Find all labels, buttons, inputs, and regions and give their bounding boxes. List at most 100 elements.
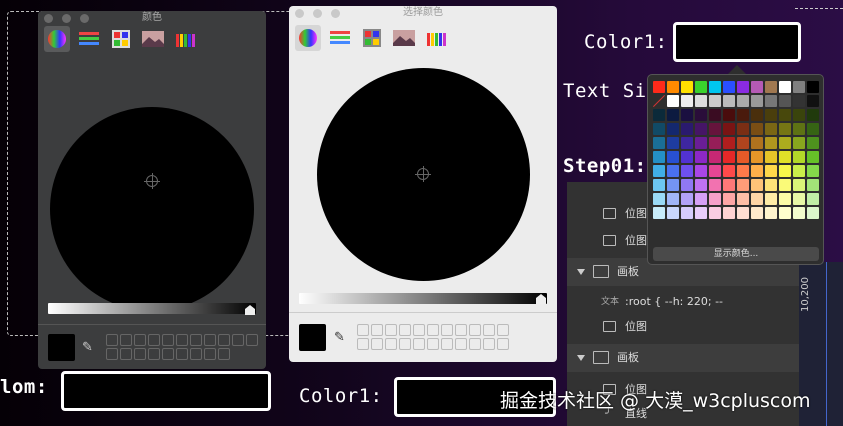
color-well[interactable] (134, 348, 146, 360)
palette-swatch[interactable] (793, 179, 805, 191)
palette-swatch[interactable] (709, 151, 721, 163)
color-well[interactable] (190, 334, 202, 346)
color-wheel-tab[interactable] (44, 26, 70, 52)
color-well[interactable] (120, 334, 132, 346)
color-well[interactable] (483, 324, 495, 336)
color-well[interactable] (497, 324, 509, 336)
palette-swatch[interactable] (667, 95, 679, 107)
color-well[interactable] (162, 348, 174, 360)
color-well[interactable] (176, 334, 188, 346)
palette-swatch[interactable] (765, 109, 777, 121)
palette-swatch[interactable] (681, 179, 693, 191)
palette-swatch[interactable] (793, 151, 805, 163)
palette-swatch[interactable] (779, 207, 791, 219)
crayons-tab[interactable] (423, 25, 449, 51)
color-well[interactable] (176, 348, 188, 360)
palette-swatch[interactable] (737, 81, 749, 93)
color-well[interactable] (483, 338, 495, 350)
palette-swatch[interactable] (723, 151, 735, 163)
palette-swatch[interactable] (807, 137, 819, 149)
color-well[interactable] (427, 338, 439, 350)
palette-swatch[interactable] (723, 165, 735, 177)
color-wheel[interactable] (50, 107, 254, 311)
palette-swatch[interactable] (793, 165, 805, 177)
color-well[interactable] (148, 334, 160, 346)
palette-swatch[interactable] (695, 123, 707, 135)
palette-swatch[interactable] (681, 165, 693, 177)
palette-swatch[interactable] (723, 137, 735, 149)
eyedropper-icon[interactable]: ✎ (82, 340, 93, 356)
palette-swatch[interactable] (709, 165, 721, 177)
palette-swatch[interactable] (765, 151, 777, 163)
palette-swatch[interactable] (653, 137, 665, 149)
palette-swatch[interactable] (723, 123, 735, 135)
palette-swatch[interactable] (695, 165, 707, 177)
color-well[interactable] (455, 338, 467, 350)
color-well[interactable] (385, 324, 397, 336)
palette-swatch[interactable] (807, 123, 819, 135)
color-well[interactable] (232, 334, 244, 346)
palette-swatch[interactable] (653, 151, 665, 163)
palette-swatch[interactable] (667, 123, 679, 135)
palette-swatch[interactable] (779, 109, 791, 121)
palette-swatch[interactable] (653, 193, 665, 205)
palette-swatch[interactable] (695, 179, 707, 191)
disclosure-triangle-icon[interactable] (577, 269, 585, 275)
image-palettes-tab[interactable] (391, 25, 417, 51)
palette-swatch[interactable] (653, 123, 665, 135)
palette-swatch[interactable] (779, 193, 791, 205)
palette-swatch[interactable] (681, 123, 693, 135)
palette-swatch[interactable] (709, 109, 721, 121)
palette-swatch[interactable] (681, 151, 693, 163)
show-colors-button[interactable]: 显示颜色... (653, 247, 819, 261)
palette-swatch[interactable] (667, 151, 679, 163)
palette-swatch[interactable] (695, 81, 707, 93)
current-color-swatch[interactable] (48, 334, 75, 361)
palette-swatch[interactable] (709, 193, 721, 205)
palette-swatch[interactable] (807, 81, 819, 93)
palette-swatch[interactable] (765, 95, 777, 107)
palette-swatch[interactable] (765, 193, 777, 205)
color-well[interactable] (246, 334, 258, 346)
palette-swatch[interactable] (765, 179, 777, 191)
palette-swatch[interactable] (681, 109, 693, 121)
color-well[interactable] (469, 338, 481, 350)
palette-swatch[interactable] (751, 95, 763, 107)
palette-swatch[interactable] (723, 109, 735, 121)
palette-swatch[interactable] (779, 123, 791, 135)
palette-swatch[interactable] (751, 193, 763, 205)
palette-swatch[interactable] (667, 81, 679, 93)
color-well[interactable] (357, 338, 369, 350)
color-well[interactable] (399, 324, 411, 336)
palette-swatch[interactable] (653, 165, 665, 177)
color-well[interactable] (455, 324, 467, 336)
palette-swatch[interactable] (695, 109, 707, 121)
palette-swatch[interactable] (695, 95, 707, 107)
palette-swatch[interactable] (709, 95, 721, 107)
palette-swatch[interactable] (779, 179, 791, 191)
color-well[interactable] (204, 334, 216, 346)
palette-swatch[interactable] (751, 137, 763, 149)
palette-swatch[interactable] (751, 151, 763, 163)
color-well[interactable] (469, 324, 481, 336)
current-color-swatch[interactable] (299, 324, 326, 351)
palette-swatch[interactable] (709, 179, 721, 191)
palette-swatch[interactable] (737, 207, 749, 219)
palette-swatch[interactable] (709, 81, 721, 93)
color-well[interactable] (218, 334, 230, 346)
palette-swatch[interactable] (765, 165, 777, 177)
palette-swatch[interactable] (667, 207, 679, 219)
brightness-slider[interactable] (299, 293, 547, 304)
palette-swatch[interactable] (751, 165, 763, 177)
palette-swatch[interactable] (737, 109, 749, 121)
color-well[interactable] (427, 324, 439, 336)
color-well[interactable] (120, 348, 132, 360)
palette-swatch[interactable] (807, 165, 819, 177)
palette-swatch[interactable] (695, 151, 707, 163)
palette-swatch[interactable] (793, 207, 805, 219)
palette-swatch[interactable] (667, 179, 679, 191)
color-sliders-tab[interactable] (76, 26, 102, 52)
crayons-tab[interactable] (172, 26, 198, 52)
palette-swatch[interactable] (667, 165, 679, 177)
palette-swatch[interactable] (779, 137, 791, 149)
